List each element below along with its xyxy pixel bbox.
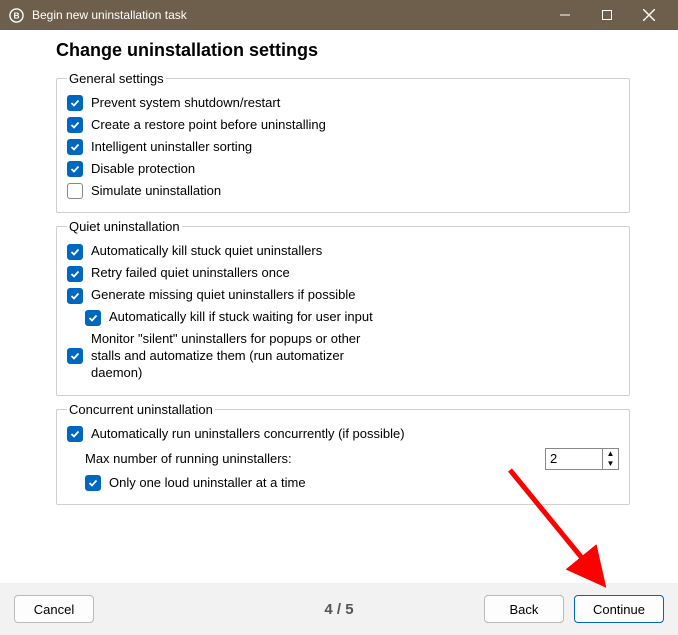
label-autokill-stuck: Automatically kill stuck quiet uninstall…: [91, 243, 619, 260]
window-title: Begin new uninstallation task: [32, 8, 544, 22]
spinner-max-running: ▲ ▼: [545, 448, 619, 470]
maximize-button[interactable]: [586, 0, 628, 30]
label-prevent-shutdown: Prevent system shutdown/restart: [91, 95, 619, 112]
checkbox-prevent-shutdown[interactable]: [67, 95, 83, 111]
checkbox-retry-once[interactable]: [67, 266, 83, 282]
group-general: General settings Prevent system shutdown…: [56, 71, 630, 213]
cancel-button[interactable]: Cancel: [14, 595, 94, 623]
label-one-loud: Only one loud uninstaller at a time: [109, 475, 619, 492]
checkbox-disable-protection[interactable]: [67, 161, 83, 177]
label-monitor-silent: Monitor "silent" uninstallers for popups…: [91, 331, 381, 382]
label-max-running: Max number of running uninstallers:: [85, 451, 292, 466]
label-gen-missing: Generate missing quiet uninstallers if p…: [91, 287, 619, 304]
group-concurrent-legend: Concurrent uninstallation: [67, 402, 215, 417]
input-max-running[interactable]: [546, 449, 602, 469]
minimize-button[interactable]: [544, 0, 586, 30]
checkbox-restore-point[interactable]: [67, 117, 83, 133]
checkbox-simulate[interactable]: [67, 183, 83, 199]
continue-button[interactable]: Continue: [574, 595, 664, 623]
checkbox-intelligent-sort[interactable]: [67, 139, 83, 155]
content-area: Change uninstallation settings General s…: [0, 30, 678, 583]
label-restore-point: Create a restore point before uninstalli…: [91, 117, 619, 134]
footer-bar: Cancel 4 / 5 Back Continue: [0, 583, 678, 635]
spinner-up-button[interactable]: ▲: [603, 449, 618, 459]
back-button[interactable]: Back: [484, 595, 564, 623]
label-intelligent-sort: Intelligent uninstaller sorting: [91, 139, 619, 156]
label-retry-once: Retry failed quiet uninstallers once: [91, 265, 619, 282]
svg-text:B: B: [13, 10, 19, 20]
checkbox-autokill-userinput[interactable]: [85, 310, 101, 326]
label-simulate: Simulate uninstallation: [91, 183, 619, 200]
checkbox-one-loud[interactable]: [85, 475, 101, 491]
group-quiet-legend: Quiet uninstallation: [67, 219, 182, 234]
group-general-legend: General settings: [67, 71, 166, 86]
checkbox-autokill-stuck[interactable]: [67, 244, 83, 260]
label-disable-protection: Disable protection: [91, 161, 619, 178]
checkbox-auto-concurrent[interactable]: [67, 426, 83, 442]
label-auto-concurrent: Automatically run uninstallers concurren…: [91, 426, 619, 443]
close-button[interactable]: [628, 0, 670, 30]
group-quiet: Quiet uninstallation Automatically kill …: [56, 219, 630, 395]
spinner-down-button[interactable]: ▼: [603, 459, 618, 469]
group-concurrent: Concurrent uninstallation Automatically …: [56, 402, 630, 506]
label-autokill-userinput: Automatically kill if stuck waiting for …: [109, 309, 619, 326]
titlebar: B Begin new uninstallation task: [0, 0, 678, 30]
page-title: Change uninstallation settings: [56, 40, 630, 61]
checkbox-monitor-silent[interactable]: [67, 348, 83, 364]
checkbox-gen-missing[interactable]: [67, 288, 83, 304]
window: B Begin new uninstallation task Change u…: [0, 0, 678, 635]
app-icon: B: [8, 7, 24, 23]
step-indicator: 4 / 5: [324, 601, 353, 618]
